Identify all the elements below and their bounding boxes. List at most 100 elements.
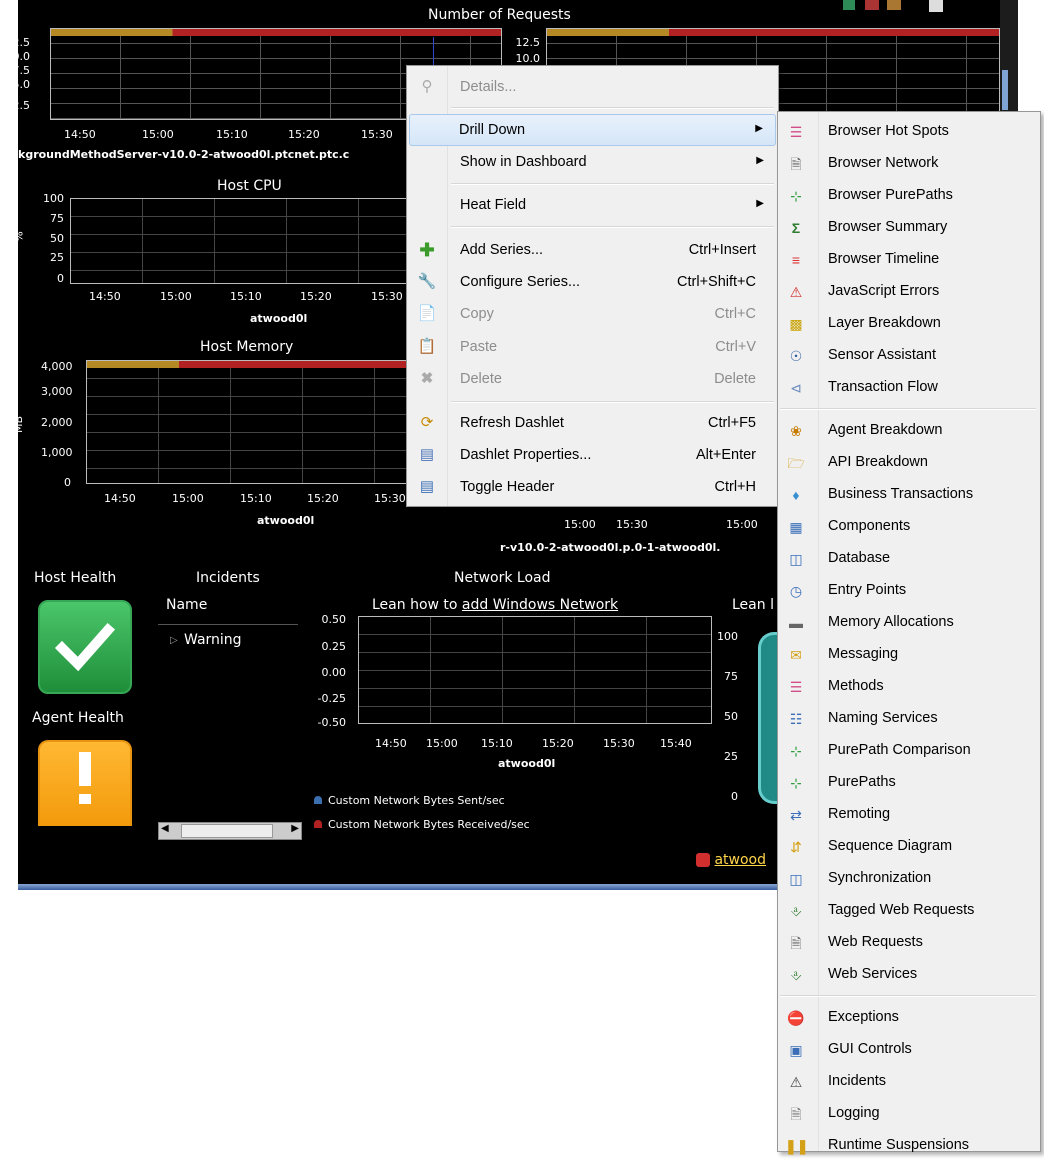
submenu-item-incidents[interactable]: ⚠ Incidents (780, 1066, 1038, 1097)
scroll-thumb[interactable] (181, 824, 273, 838)
submenu-item-label: Tagged Web Requests (828, 902, 975, 918)
y-tick: 0.50 (321, 613, 347, 626)
submenu-item-label: Sequence Diagram (828, 838, 953, 854)
drill-down-submenu: ☰ Browser Hot Spots 🗎 Browser Network ⊹ Bro… (777, 111, 1041, 1154)
submenu-item-gui-controls[interactable]: ▣ GUI Controls (780, 1034, 1038, 1065)
submenu-item-purepaths[interactable]: ⊹ PurePaths (780, 767, 1038, 798)
remoting-icon: ⇄ (790, 807, 802, 823)
menu-item-delete[interactable]: ✖ Delete Delete (409, 364, 776, 394)
y-tick: 25 (724, 750, 738, 763)
submenu-item-logging[interactable]: 🗎 Logging (780, 1098, 1038, 1129)
submenu-item-entry-points[interactable]: ◷ Entry Points (780, 575, 1038, 606)
menu-item-show-in-dashboard[interactable]: Show in Dashboard ▶ (409, 147, 776, 177)
y-tick: 12.5 (515, 36, 541, 49)
submenu-item-layer-breakdown[interactable]: ▩ Layer Breakdown (780, 308, 1038, 339)
incidents-name-header: Name (166, 597, 208, 613)
submenu-item-purepath-comparison[interactable]: ⊹ PurePath Comparison (780, 735, 1038, 766)
menu-item-label: Configure Series... (460, 274, 581, 290)
submenu-item-javascript-errors[interactable]: ⚠ JavaScript Errors (780, 276, 1038, 307)
menu-item-shortcut: Delete (714, 371, 756, 387)
submenu-item-web-services[interactable]: ⎀ Web Services (780, 959, 1038, 990)
menu-item-heat-field[interactable]: Heat Field ▶ (409, 190, 776, 220)
wrench-icon: 🔧 (417, 273, 437, 290)
host-link[interactable]: atwood (714, 852, 766, 868)
y-tick: 4,000 (41, 360, 73, 373)
host-health-indicator[interactable] (38, 600, 132, 694)
x-tick: 15:30 (371, 290, 403, 303)
x-tick: 15:10 (240, 492, 272, 505)
incidents-scrollbar[interactable]: ◀ ▶ (158, 822, 302, 840)
submenu-item-browser-timeline[interactable]: ≡ Browser Timeline (780, 244, 1038, 275)
submenu-item-browser-purepaths[interactable]: ⊹ Browser PurePaths (780, 180, 1038, 211)
menu-item-add-series[interactable]: ✚ Add Series... Ctrl+Insert (409, 235, 776, 265)
chart-toolbar-icon[interactable] (865, 0, 879, 10)
log-icon: 🗎 (790, 1106, 802, 1122)
scrollbar[interactable] (1002, 70, 1008, 110)
submenu-separator (780, 408, 1036, 410)
network-host: atwood0l (498, 757, 556, 770)
document-icon[interactable] (929, 0, 943, 12)
components-icon: ▦ (789, 519, 803, 535)
submenu-item-memory-allocations[interactable]: ▬ Memory Allocations (780, 607, 1038, 638)
menu-item-label: Details... (460, 79, 517, 95)
x-tick: 15:10 (216, 128, 248, 141)
menu-item-copy[interactable]: 📄 Copy Ctrl+C (409, 299, 776, 329)
server-label-right: r-v10.0-2-atwood0l.p.0-1-atwood0l. (500, 541, 721, 554)
submenu-item-label: Browser Hot Spots (828, 123, 949, 139)
submenu-item-database[interactable]: ◫ Database (780, 543, 1038, 574)
submenu-item-transaction-flow[interactable]: ⊲ Transaction Flow (780, 372, 1038, 403)
submenu-item-label: Runtime Suspensions (828, 1137, 970, 1153)
legend-label: Custom Network Bytes Received/sec (328, 818, 530, 831)
submenu-item-sensor-assistant[interactable]: ☉ Sensor Assistant (780, 340, 1038, 371)
network-title: Network Load (454, 570, 551, 586)
submenu-item-remoting[interactable]: ⇄ Remoting (780, 799, 1038, 830)
submenu-separator (780, 995, 1036, 997)
sent-marker-icon (314, 796, 322, 804)
menu-item-dashlet-properties[interactable]: ▤ Dashlet Properties... Alt+Enter (409, 440, 776, 470)
agent-health-indicator[interactable] (38, 740, 132, 826)
submenu-item-messaging[interactable]: ✉ Messaging (780, 639, 1038, 670)
submenu-item-agent-breakdown[interactable]: ❀ Agent Breakdown (780, 415, 1038, 446)
flow-icon: ⊲ (790, 380, 802, 396)
menu-item-shortcut: Ctrl+V (715, 339, 756, 355)
chart-toolbar-icon[interactable] (887, 0, 901, 10)
menu-item-refresh-dashlet[interactable]: ⟳ Refresh Dashlet Ctrl+F5 (409, 408, 776, 438)
menu-item-label: Dashlet Properties... (460, 447, 592, 463)
menu-item-configure-series[interactable]: 🔧 Configure Series... Ctrl+Shift+C (409, 267, 776, 297)
submenu-item-sequence-diagram[interactable]: ⇵ Sequence Diagram (780, 831, 1038, 862)
received-marker-icon (314, 820, 322, 828)
submenu-item-browser-hot-spots[interactable]: ☰ Browser Hot Spots (780, 116, 1038, 147)
submenu-item-tagged-web-requests[interactable]: ⎀ Tagged Web Requests (780, 895, 1038, 926)
expand-arrow-icon[interactable]: ▷ (170, 635, 178, 646)
menu-item-toggle-header[interactable]: ▤ Toggle Header Ctrl+H (409, 472, 776, 502)
host-link-wrapper[interactable]: atwood (696, 852, 766, 868)
scroll-left-icon[interactable]: ◀ (161, 823, 169, 834)
menu-item-label: Add Series... (460, 242, 544, 258)
y-tick: 10.0 (515, 52, 541, 65)
network-plot (358, 616, 712, 724)
submenu-item-web-requests[interactable]: 🗎 Web Requests (780, 927, 1038, 958)
submenu-item-browser-network[interactable]: 🗎 Browser Network (780, 148, 1038, 179)
submenu-item-synchronization[interactable]: ◫ Synchronization (780, 863, 1038, 894)
submenu-item-naming-services[interactable]: ☷ Naming Services (780, 703, 1038, 734)
submenu-item-runtime-suspensions[interactable]: ❚❚ Runtime Suspensions (780, 1130, 1038, 1161)
scroll-right-icon[interactable]: ▶ (291, 823, 299, 834)
properties-icon: ▤ (419, 446, 435, 463)
menu-item-label: Heat Field (460, 197, 527, 213)
submenu-item-api-breakdown[interactable]: 🗁 API Breakdown (780, 447, 1038, 478)
submenu-item-business-transactions[interactable]: ♦ Business Transactions (780, 479, 1038, 510)
menu-item-details[interactable]: ⚲ Details... (409, 72, 776, 102)
menu-item-paste[interactable]: 📋 Paste Ctrl+V (409, 332, 776, 362)
submenu-item-components[interactable]: ▦ Components (780, 511, 1038, 542)
x-tick: 15:30 (616, 518, 648, 531)
submenu-item-methods[interactable]: ☰ Methods (780, 671, 1038, 702)
x-tick: 15:10 (230, 290, 262, 303)
network-hint: Lean how to add Windows Network (372, 597, 618, 613)
add-network-link[interactable]: add Windows Network (462, 597, 618, 613)
submenu-item-exceptions[interactable]: ⛔ Exceptions (780, 1002, 1038, 1033)
chart-toolbar-icon[interactable] (843, 0, 855, 10)
memory-chip-icon: ▬ (789, 615, 803, 631)
network-hint-prefix: Lean how to (372, 597, 462, 613)
submenu-item-browser-summary[interactable]: Σ Browser Summary (780, 212, 1038, 243)
menu-item-drill-down[interactable]: Drill Down ▶ (409, 114, 776, 146)
